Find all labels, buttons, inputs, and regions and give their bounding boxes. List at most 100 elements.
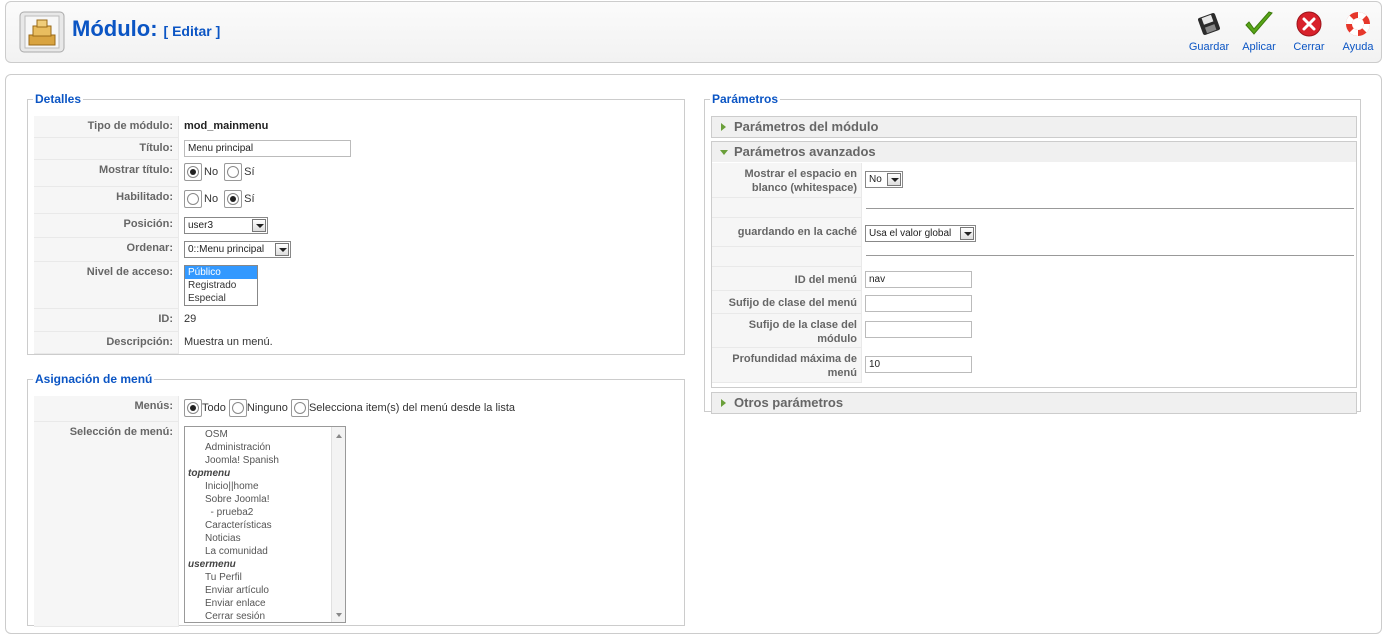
- description-label: Descripción:: [34, 332, 179, 354]
- menu-assignment-fieldset: Asignación de menú Menús: Todo Ninguno S…: [27, 372, 685, 627]
- details-fieldset: Detalles Tipo de módulo: mod_mainmenu Tí…: [27, 92, 685, 355]
- triangle-right-icon: [721, 399, 726, 407]
- close-label: Cerrar: [1293, 41, 1325, 53]
- cache-select[interactable]: Usa el valor global: [865, 225, 976, 242]
- close-icon: [1296, 11, 1322, 37]
- module-class-row: Sufijo de la clase del módulo: [712, 314, 972, 348]
- title-input[interactable]: [184, 140, 351, 157]
- order-select[interactable]: 0::Menu principal: [184, 241, 291, 258]
- menu-list-item[interactable]: Cerrar sesión: [185, 610, 345, 622]
- show-title-no-radio[interactable]: [184, 163, 202, 181]
- enabled-no-label: No: [204, 193, 219, 205]
- whitespace-row: Mostrar el espacio en blanco (whitespace…: [712, 163, 903, 198]
- menu-group-header[interactable]: topmenu: [185, 467, 345, 480]
- advanced-params-toggle[interactable]: Parámetros avanzados: [712, 142, 1356, 162]
- position-select[interactable]: user3: [184, 217, 268, 234]
- max-depth-label: Profundidad máxima de menú: [712, 348, 862, 383]
- id-row: ID: 29: [34, 309, 196, 332]
- menu-selection-row: Selección de menú:: [34, 422, 179, 627]
- menu-selection-listbox[interactable]: OSM Administración Joomla! Spanish topmenu I…: [184, 426, 346, 623]
- close-button[interactable]: Cerrar: [1283, 8, 1335, 60]
- max-depth-input[interactable]: [865, 356, 972, 373]
- triangle-right-icon: [721, 123, 726, 131]
- menu-list-item[interactable]: Joomla! Spanish: [185, 454, 345, 467]
- module-class-input[interactable]: [865, 321, 972, 338]
- apply-button[interactable]: Aplicar: [1233, 8, 1285, 60]
- triangle-down-icon: [720, 150, 728, 155]
- access-row: Nivel de acceso: Público Registrado Espe…: [34, 262, 258, 309]
- menu-id-input[interactable]: [865, 271, 972, 288]
- spacer-key: [712, 198, 862, 218]
- save-button[interactable]: Guardar: [1183, 8, 1235, 60]
- menu-list-item[interactable]: Sobre Joomla!: [185, 493, 345, 506]
- menu-group-header[interactable]: usermenu: [185, 558, 345, 571]
- menu-list-item[interactable]: Enviar artículo: [185, 584, 345, 597]
- whitespace-select[interactable]: No: [865, 171, 903, 188]
- module-type-label: Tipo de módulo:: [34, 116, 179, 138]
- menu-list-item[interactable]: La comunidad: [185, 545, 345, 558]
- menu-list-item[interactable]: Inicio||home: [185, 480, 345, 493]
- other-params-toggle[interactable]: Otros parámetros: [712, 393, 1356, 413]
- menu-list-item[interactable]: Administración: [185, 441, 345, 454]
- menu-list-item[interactable]: OSM: [185, 428, 345, 441]
- show-title-label: Mostrar título:: [34, 160, 179, 187]
- menu-id-label: ID del menú: [712, 267, 862, 291]
- cache-spacer-row: [712, 247, 862, 267]
- menu-list-item[interactable]: - prueba2: [185, 506, 345, 519]
- access-option[interactable]: Especial: [185, 292, 257, 305]
- spacer-line: [866, 255, 1354, 256]
- cache-row: guardando en la caché Usa el valor globa…: [712, 218, 976, 247]
- toolbar: Módulo: [ Editar ] Guardar Aplicar Cerrar: [5, 1, 1382, 63]
- page-subtitle: [ Editar ]: [163, 23, 221, 39]
- enabled-label: Habilitado:: [34, 187, 179, 214]
- description-row: Descripción: Muestra un menú.: [34, 332, 273, 354]
- menus-none-label: Ninguno: [246, 402, 288, 414]
- listbox-scrollbar[interactable]: [331, 427, 345, 622]
- apply-label: Aplicar: [1242, 41, 1276, 53]
- menus-none-radio[interactable]: [228, 399, 247, 417]
- floppy-disk-icon: [1198, 13, 1220, 35]
- module-type-value: mod_mainmenu: [184, 120, 269, 132]
- page-title: Módulo: [ Editar ]: [72, 16, 220, 42]
- advanced-params-pane: Parámetros avanzados Mostrar el espacio …: [711, 141, 1357, 388]
- other-params-pane: Otros parámetros: [711, 392, 1357, 414]
- menu-list-item[interactable]: Características: [185, 519, 345, 532]
- menu-class-input[interactable]: [865, 295, 972, 312]
- chevron-down-icon: [960, 227, 974, 240]
- menus-all-label: Todo: [202, 402, 226, 414]
- module-params-title: Parámetros del módulo: [734, 119, 879, 134]
- order-label: Ordenar:: [34, 238, 179, 262]
- help-button[interactable]: Ayuda: [1332, 8, 1384, 60]
- menus-select-radio[interactable]: [290, 399, 309, 417]
- order-value: 0::Menu principal: [188, 244, 265, 255]
- menu-id-row: ID del menú: [712, 267, 972, 291]
- module-params-toggle[interactable]: Parámetros del módulo: [712, 117, 1356, 137]
- show-title-yes-radio[interactable]: [224, 163, 243, 181]
- chevron-down-icon: [252, 219, 266, 232]
- menu-list-item[interactable]: Noticias: [185, 532, 345, 545]
- enabled-yes-label: Sí: [244, 193, 255, 205]
- enabled-yes-radio[interactable]: [224, 190, 243, 208]
- whitespace-label: Mostrar el espacio en blanco (whitespace…: [712, 163, 862, 198]
- access-listbox[interactable]: Público Registrado Especial: [184, 265, 258, 306]
- save-label: Guardar: [1188, 41, 1230, 53]
- menus-all-radio[interactable]: [184, 399, 202, 417]
- advanced-params-title: Parámetros avanzados: [734, 144, 876, 159]
- cache-value: Usa el valor global: [869, 228, 952, 239]
- lifebuoy-icon: [1346, 11, 1370, 37]
- title-label: Título:: [34, 138, 179, 160]
- module-params-pane: Parámetros del módulo: [711, 116, 1357, 138]
- enabled-no-radio[interactable]: [184, 190, 202, 208]
- help-label: Ayuda: [1342, 41, 1374, 53]
- access-option[interactable]: Registrado: [185, 279, 257, 292]
- main-panel: Detalles Tipo de módulo: mod_mainmenu Tí…: [5, 74, 1382, 634]
- access-option[interactable]: Público: [185, 266, 257, 279]
- id-label: ID:: [34, 309, 179, 332]
- menu-list-item[interactable]: Tu Perfil: [185, 571, 345, 584]
- menu-list-item[interactable]: Enviar enlace: [185, 597, 345, 610]
- show-title-row: Mostrar título: No Sí: [34, 160, 258, 187]
- checkmark-icon: [1245, 11, 1273, 35]
- menu-class-label: Sufijo de clase del menú: [712, 291, 862, 314]
- details-legend: Detalles: [35, 92, 82, 106]
- menus-label: Menús:: [34, 396, 179, 422]
